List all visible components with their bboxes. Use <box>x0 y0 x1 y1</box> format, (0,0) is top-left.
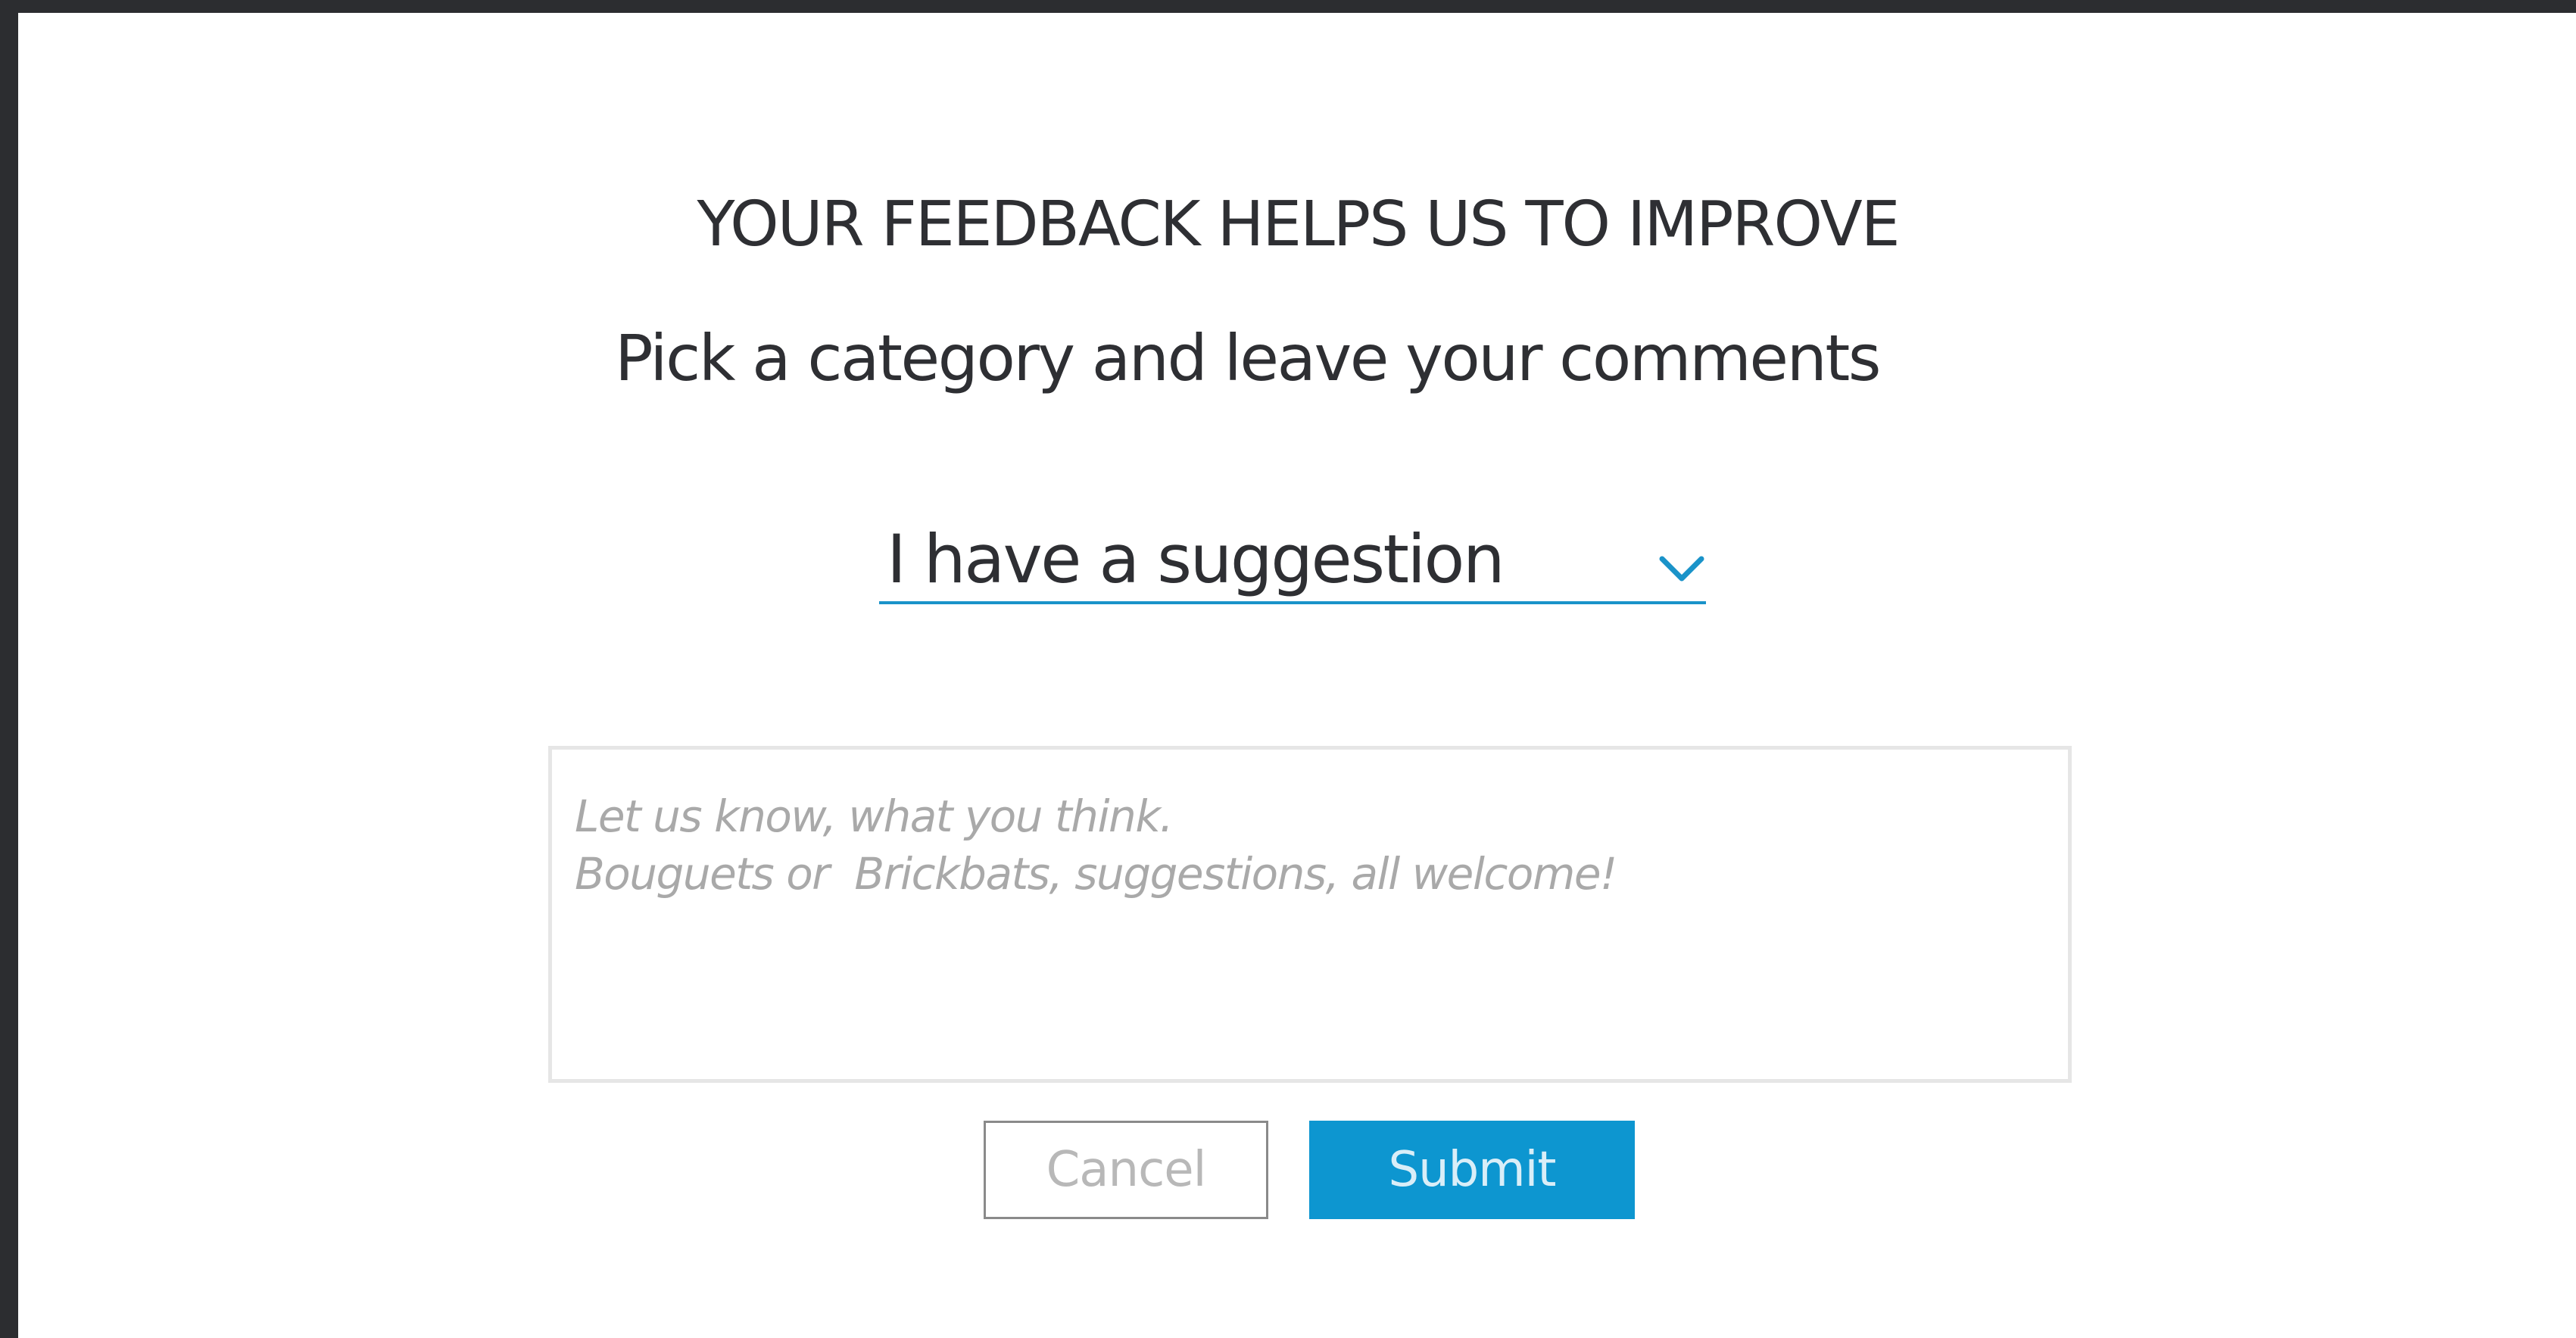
cancel-button[interactable]: Cancel <box>984 1121 1268 1219</box>
page-subtitle: Pick a category and leave your comments <box>615 321 1882 395</box>
chevron-down-icon[interactable] <box>1658 554 1706 585</box>
category-dropdown[interactable]: I have a suggestion <box>879 515 1706 604</box>
comment-input[interactable] <box>552 750 2068 1079</box>
submit-button[interactable]: Submit <box>1309 1121 1635 1219</box>
page-title: YOUR FEEDBACK HELPS US TO IMPROVE <box>697 189 1900 260</box>
category-dropdown-value: I have a suggestion <box>887 520 1505 598</box>
comment-box <box>548 746 2072 1083</box>
